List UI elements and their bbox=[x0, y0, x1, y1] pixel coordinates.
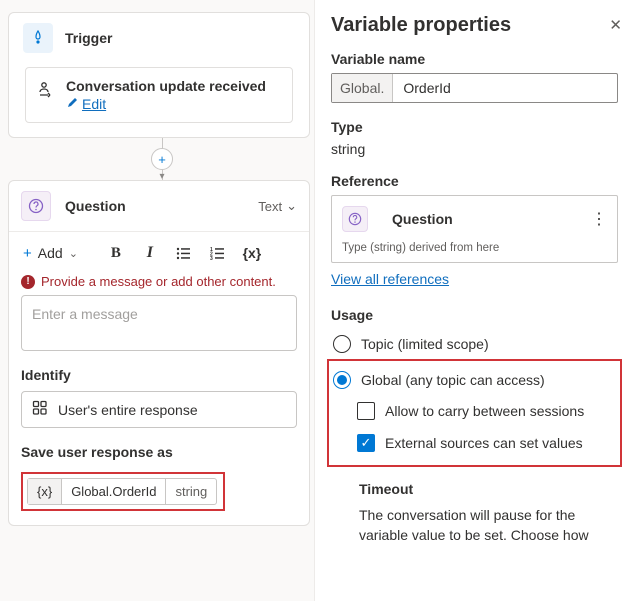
trigger-event-box: Conversation update received Edit bbox=[25, 67, 293, 123]
reference-card-head: Question ⋮ bbox=[342, 206, 607, 232]
save-variable-highlight: {x} Global.OrderId string bbox=[21, 472, 225, 511]
error-message: ! Provide a message or add other content… bbox=[9, 274, 309, 295]
variable-name-input[interactable]: Global. OrderId bbox=[331, 73, 618, 103]
question-toolbar: + Add ⌄ B I 123 {x} bbox=[9, 232, 309, 274]
plus-icon: + bbox=[23, 245, 32, 262]
timeout-description: The conversation will pause for the vari… bbox=[359, 505, 618, 546]
entity-icon bbox=[32, 400, 48, 419]
variable-name-label: Variable name bbox=[331, 51, 618, 67]
add-content-button[interactable]: + Add ⌄ bbox=[21, 243, 80, 264]
output-type-dropdown[interactable]: Text ⌄ bbox=[258, 198, 297, 214]
question-icon bbox=[21, 191, 51, 221]
panel-title: Variable properties bbox=[331, 14, 618, 37]
checkbox-icon: ✓ bbox=[357, 434, 375, 452]
type-label: Type bbox=[331, 119, 618, 135]
chevron-down-icon: ⌄ bbox=[69, 247, 78, 260]
usage-global-radio[interactable]: Global (any topic can access) bbox=[331, 365, 618, 395]
reference-subtext: Type (string) derived from here bbox=[342, 242, 607, 254]
add-label: Add bbox=[38, 245, 63, 261]
variable-chip-name: Global.OrderId bbox=[62, 479, 165, 504]
identify-picker[interactable]: User's entire response bbox=[21, 391, 297, 428]
save-variable-chip[interactable]: {x} Global.OrderId string bbox=[27, 478, 217, 505]
reference-more-button[interactable]: ⋮ bbox=[591, 209, 607, 229]
carry-sessions-checkbox[interactable]: Allow to carry between sessions bbox=[331, 395, 618, 427]
usage-global-label: Global (any topic can access) bbox=[361, 372, 545, 388]
usage-topic-radio[interactable]: Topic (limited scope) bbox=[331, 329, 618, 359]
trigger-body: Conversation update received Edit bbox=[9, 59, 309, 137]
pencil-icon bbox=[66, 97, 78, 112]
checkbox-icon bbox=[357, 402, 375, 420]
variable-name-prefix: Global. bbox=[332, 74, 393, 102]
reference-label: Reference bbox=[331, 173, 618, 189]
usage-topic-label: Topic (limited scope) bbox=[361, 336, 489, 352]
save-response-label: Save user response as bbox=[9, 428, 309, 468]
external-sources-label: External sources can set values bbox=[385, 435, 583, 451]
usage-global-highlight: Global (any topic can access) Allow to c… bbox=[327, 359, 622, 467]
usage-section: Usage Topic (limited scope) Global (any … bbox=[331, 307, 618, 546]
bold-button[interactable]: B bbox=[102, 240, 130, 266]
trigger-node[interactable]: Trigger Conversation update received Edi… bbox=[8, 12, 310, 138]
authoring-canvas: Trigger Conversation update received Edi… bbox=[0, 0, 316, 601]
variable-chip-type: string bbox=[165, 479, 216, 504]
node-connector: + ▾ bbox=[8, 138, 316, 180]
reference-name: Question bbox=[392, 211, 453, 227]
trigger-icon bbox=[23, 23, 53, 53]
arrow-down-icon: ▾ bbox=[159, 171, 164, 182]
variable-insert-button[interactable]: {x} bbox=[238, 240, 266, 266]
question-header: Question Text ⌄ bbox=[9, 181, 309, 232]
radio-icon bbox=[333, 371, 351, 389]
chevron-down-icon: ⌄ bbox=[286, 198, 297, 214]
variable-name-value: OrderId bbox=[393, 74, 617, 102]
type-value: string bbox=[331, 141, 618, 157]
svg-text:3: 3 bbox=[210, 256, 213, 260]
error-text: Provide a message or add other content. bbox=[41, 274, 276, 289]
bullet-list-button[interactable] bbox=[170, 240, 198, 266]
variable-chip-icon: {x} bbox=[28, 479, 62, 504]
trigger-header: Trigger bbox=[9, 13, 309, 59]
carry-sessions-label: Allow to carry between sessions bbox=[385, 403, 584, 419]
edit-trigger-link[interactable]: Edit bbox=[82, 96, 106, 112]
output-type-value: Text bbox=[258, 199, 282, 214]
add-node-button[interactable]: + bbox=[151, 148, 173, 170]
trigger-event-name: Conversation update received bbox=[66, 78, 266, 94]
italic-button[interactable]: I bbox=[136, 240, 164, 266]
variable-properties-panel: ✕ Variable properties Variable name Glob… bbox=[314, 0, 636, 601]
question-icon bbox=[342, 206, 368, 232]
conversation-icon bbox=[38, 78, 56, 112]
reference-card[interactable]: Question ⋮ Type (string) derived from he… bbox=[331, 195, 618, 263]
close-button[interactable]: ✕ bbox=[609, 16, 622, 34]
question-label: Question bbox=[65, 198, 258, 214]
message-input[interactable]: Enter a message bbox=[21, 295, 297, 351]
identify-value: User's entire response bbox=[58, 402, 198, 418]
radio-icon bbox=[333, 335, 351, 353]
external-sources-checkbox[interactable]: ✓ External sources can set values bbox=[331, 427, 618, 459]
trigger-label: Trigger bbox=[65, 30, 112, 46]
question-node[interactable]: Question Text ⌄ + Add ⌄ B I 123 {x} bbox=[8, 180, 310, 526]
error-icon: ! bbox=[21, 275, 35, 289]
timeout-label: Timeout bbox=[359, 481, 618, 497]
trigger-event-content: Conversation update received Edit bbox=[66, 78, 266, 112]
usage-label: Usage bbox=[331, 307, 618, 323]
identify-label: Identify bbox=[9, 351, 309, 391]
view-all-references-link[interactable]: View all references bbox=[331, 271, 618, 287]
number-list-button[interactable]: 123 bbox=[204, 240, 232, 266]
